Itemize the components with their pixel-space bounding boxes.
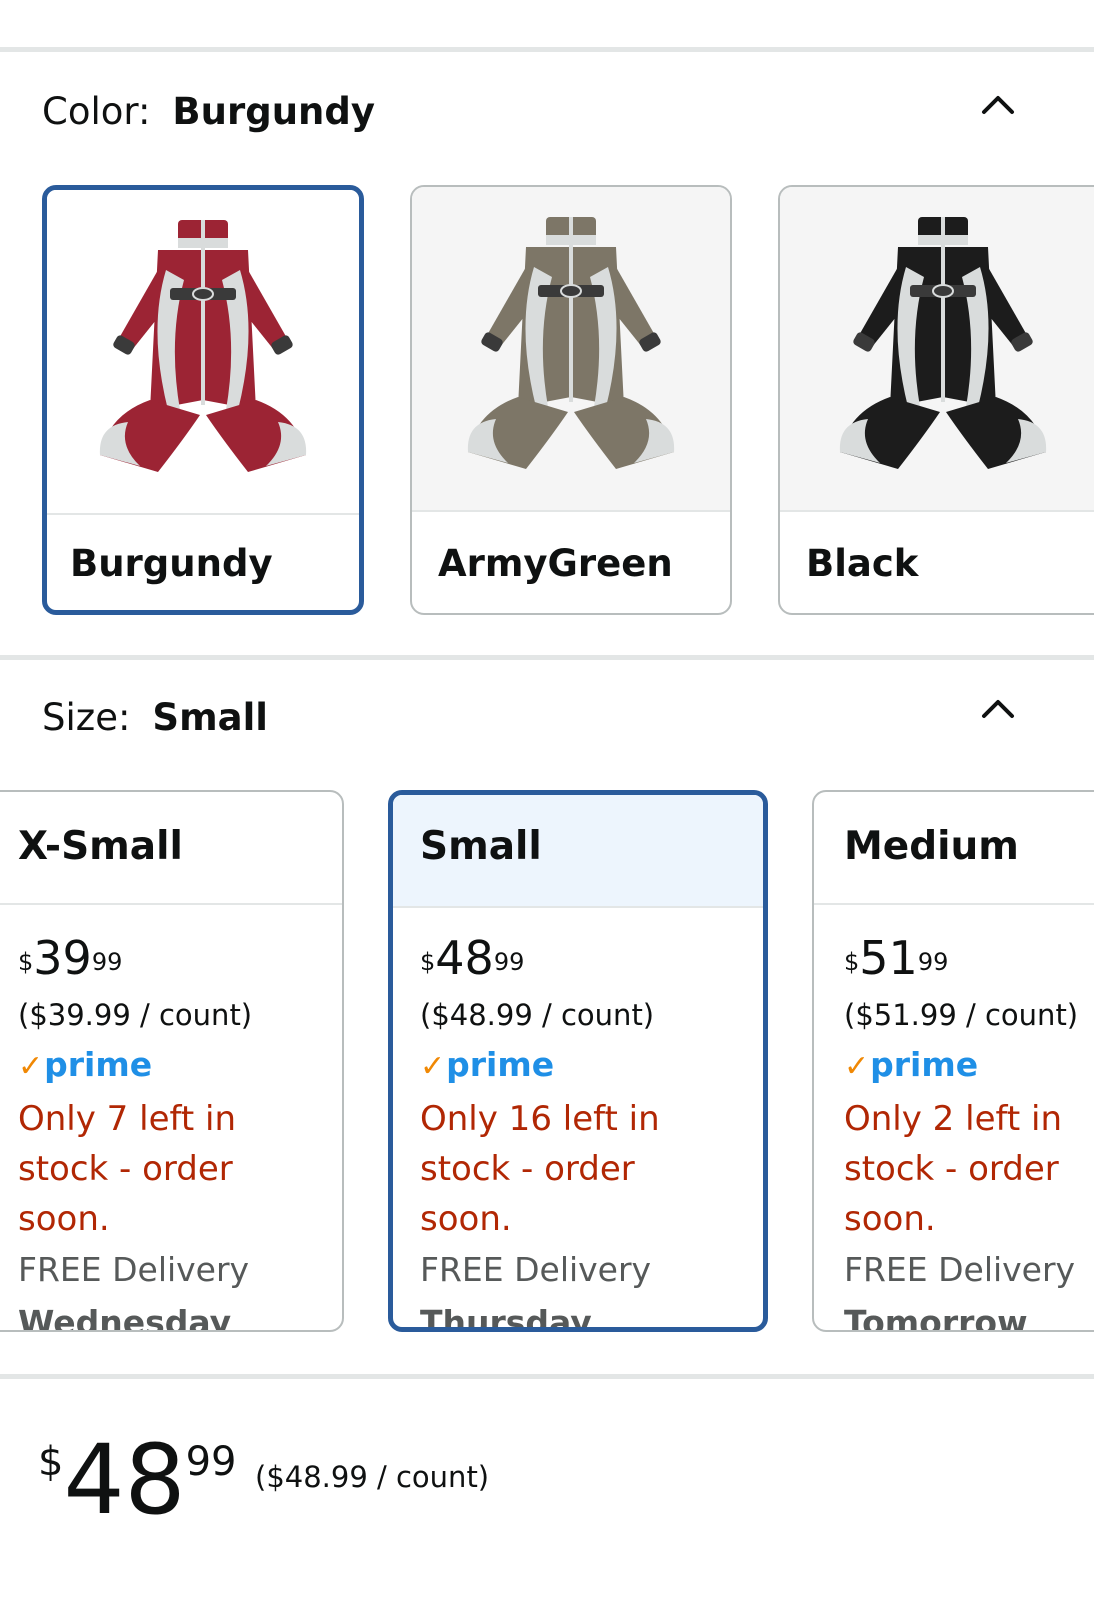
- delivery-day: Tomorrow: [844, 1303, 1028, 1332]
- color-label-text: Color:: [42, 90, 151, 133]
- prime-check-icon: ✓: [420, 1049, 446, 1084]
- size-option-header: Medium: [814, 792, 1094, 905]
- price-whole: 48: [63, 1424, 186, 1536]
- snowsuit-image: [99, 220, 307, 472]
- option-price: $3999: [18, 931, 123, 985]
- product-image-black: [780, 187, 1094, 512]
- stock-status: Only 16 left in stock - order soon.: [420, 1099, 660, 1239]
- section-divider: [0, 1374, 1094, 1379]
- swatch-label: Burgundy: [70, 542, 273, 585]
- size-option-medium[interactable]: Medium $5199 ($51.99 / count) ✓ prime Onl…: [812, 790, 1094, 1332]
- product-image-burgundy: [47, 190, 359, 515]
- chevron-up-icon[interactable]: [980, 690, 1016, 726]
- snowsuit-image: [839, 217, 1047, 469]
- delivery-day: Wednesday: [18, 1303, 232, 1332]
- chevron-up-icon[interactable]: [980, 86, 1016, 122]
- total-unit-price: ($48.99 / count): [255, 1460, 490, 1494]
- top-divider: [0, 47, 1094, 52]
- swatch-label: ArmyGreen: [438, 542, 673, 585]
- delivery-label: FREE Delivery: [18, 1250, 250, 1289]
- swatch-label: Black: [806, 542, 919, 585]
- size-option-x-small[interactable]: X-Small $3999 ($39.99 / count) ✓ prime On…: [0, 790, 344, 1332]
- prime-badge: ✓ prime: [844, 1045, 979, 1084]
- snowsuit-image: [467, 217, 675, 469]
- size-label: Size: Small: [42, 696, 268, 739]
- color-swatch-black[interactable]: Black: [778, 185, 1094, 615]
- size-name: Medium: [844, 824, 1019, 869]
- price-currency: $: [38, 1439, 64, 1485]
- unit-price: ($51.99 / count): [844, 998, 1079, 1032]
- delivery-label: FREE Delivery: [844, 1250, 1076, 1289]
- product-image-armygreen: [412, 187, 730, 512]
- prime-check-icon: ✓: [844, 1049, 870, 1084]
- unit-price: ($39.99 / count): [18, 998, 253, 1032]
- option-price: $5199: [844, 931, 949, 985]
- prime-check-icon: ✓: [18, 1049, 44, 1084]
- delivery-day: Thursday: [420, 1303, 592, 1332]
- size-name: Small: [420, 824, 542, 869]
- stock-status: Only 7 left in stock - order soon.: [18, 1099, 236, 1239]
- size-option-small[interactable]: Small $4899 ($48.99 / count) ✓ prime Only…: [388, 790, 768, 1332]
- stock-status: Only 2 left in stock - order soon.: [844, 1099, 1062, 1239]
- prime-badge: ✓ prime: [18, 1045, 153, 1084]
- section-divider: [0, 655, 1094, 660]
- size-option-header: X-Small: [0, 792, 342, 905]
- size-option-header: Small: [393, 795, 763, 908]
- color-swatch-armygreen[interactable]: ArmyGreen: [410, 185, 732, 615]
- total-price: $4899: [38, 1425, 237, 1535]
- unit-price: ($48.99 / count): [420, 998, 655, 1032]
- option-price: $4899: [420, 931, 525, 985]
- prime-badge: ✓ prime: [420, 1045, 555, 1084]
- color-swatch-burgundy[interactable]: Burgundy: [42, 185, 364, 615]
- delivery-label: FREE Delivery: [420, 1250, 652, 1289]
- selected-size-value: Small: [152, 696, 268, 739]
- size-label-text: Size:: [42, 696, 131, 739]
- size-name: X-Small: [18, 824, 183, 869]
- color-label: Color: Burgundy: [42, 90, 375, 133]
- selected-color-value: Burgundy: [172, 90, 375, 133]
- price-fraction: 99: [185, 1439, 237, 1485]
